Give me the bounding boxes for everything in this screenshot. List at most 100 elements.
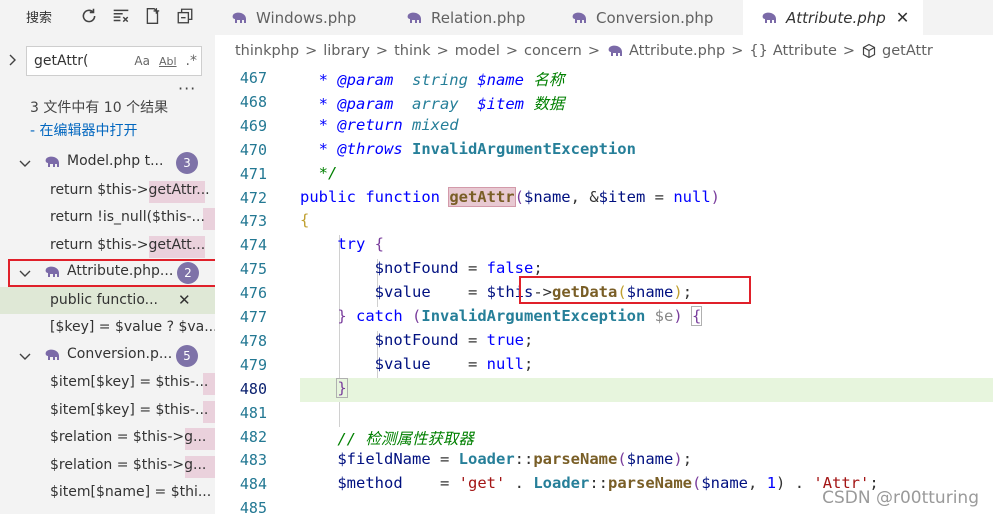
php-elephant-icon [608, 45, 623, 56]
chevron-right-icon: > [842, 43, 856, 59]
line-code: $method = 'get' . Loader::parseName($nam… [337, 474, 879, 493]
line-code: * @throws InvalidArgumentException [300, 139, 636, 158]
code-line: 468 * @param array $item 数据 [215, 91, 993, 115]
line-code: $value = null; [374, 354, 534, 373]
code-editor[interactable]: 467 * @param string $name 名称 468 * @para… [215, 67, 993, 514]
tab-conversion-php[interactable]: Conversion.php [570, 0, 713, 35]
collapse-all-icon[interactable] [174, 6, 196, 26]
line-number: 469 [239, 116, 267, 135]
chevron-right-icon: > [375, 43, 389, 59]
result-file-conversion[interactable]: Conversion.p... 5 [0, 342, 215, 370]
line-number: 479 [239, 355, 267, 374]
result-match-item-selected[interactable]: public functio... ✕ [0, 286, 215, 314]
breadcrumb-method[interactable]: getAttr [882, 43, 933, 59]
breadcrumb-item[interactable]: think [394, 43, 431, 59]
line-number: 481 [239, 403, 267, 422]
result-match-item[interactable]: [$key] = $value ? $va... [0, 314, 215, 342]
php-elephant-icon [232, 12, 246, 23]
result-match-item[interactable]: $relation = $this->g... [0, 452, 215, 480]
breadcrumb-item[interactable]: model [455, 43, 500, 59]
breadcrumb-file[interactable]: Attribute.php [629, 43, 725, 59]
match-text: $relation = $this->g... [50, 456, 207, 473]
match-text: public functio... [50, 291, 158, 308]
code-line: 482 // 检测属性获取器 [215, 426, 993, 450]
chevron-right-icon[interactable] [6, 53, 20, 67]
result-match-item[interactable]: $item[$name] = $thi... [0, 479, 215, 507]
search-toolbar [78, 6, 196, 26]
match-whole-word-toggle[interactable]: Abl [159, 55, 177, 68]
match-case-toggle[interactable]: Aa [134, 54, 150, 68]
more-options-icon[interactable]: ··· [178, 79, 196, 98]
match-text: $relation = $this->g... [50, 429, 207, 445]
code-line: 467 * @param string $name 名称 [215, 67, 993, 91]
code-line: 470 * @throws InvalidArgumentException [215, 139, 993, 163]
line-number: 483 [239, 451, 267, 470]
line-number: 471 [239, 164, 267, 183]
line-code: try { [337, 235, 384, 254]
result-file-attribute[interactable]: Attribute.php... 2 [8, 259, 215, 287]
php-elephant-icon [762, 12, 776, 23]
code-line: 474 try { [215, 234, 993, 258]
close-tab-icon[interactable]: ✕ [896, 8, 909, 27]
line-number: 475 [239, 260, 267, 279]
php-elephant-icon [572, 12, 586, 23]
result-match-item[interactable]: $relation = $this->g... [0, 424, 215, 452]
breadcrumb-item[interactable]: library [323, 43, 370, 59]
tab-label: Conversion.php [596, 8, 714, 27]
chevron-right-icon: > [505, 43, 519, 59]
chevron-down-icon[interactable] [18, 266, 32, 280]
breadcrumb: thinkphp > library > think > model > concern… [215, 35, 993, 67]
match-text: $item[$key] = $this-... [50, 374, 209, 390]
result-file-model[interactable]: Model.php t... 3 [0, 149, 215, 177]
code-line: 479 $value = null; [215, 354, 993, 378]
match-count-badge: 2 [177, 262, 199, 284]
tab-label: Windows.php [256, 8, 357, 27]
chevron-right-icon: > [436, 43, 449, 59]
chevron-right-icon: > [731, 43, 744, 59]
search-input[interactable]: getAttr( Aa Abl .* [26, 46, 202, 76]
chevron-down-icon[interactable] [18, 156, 32, 170]
line-number: 467 [239, 69, 267, 87]
code-line: 477 } catch (InvalidArgumentException $e… [215, 306, 993, 330]
clear-results-icon[interactable] [110, 6, 132, 26]
current-line-highlight [300, 377, 993, 402]
result-match-item[interactable]: $item[$key] = $this-... [0, 369, 215, 397]
search-input-value[interactable]: getAttr( [34, 53, 134, 69]
breadcrumb-item[interactable]: concern [524, 43, 582, 59]
line-code: $fieldName = Loader::parseName($name); [337, 450, 693, 469]
new-search-editor-icon[interactable] [142, 6, 164, 26]
line-number: 470 [239, 140, 267, 159]
result-match-item[interactable]: $item[$key] = $this-... [0, 397, 215, 425]
line-number: 478 [239, 331, 267, 350]
method-cube-icon [862, 43, 876, 59]
line-number: 477 [239, 308, 267, 326]
code-line: 483 $fieldName = Loader::parseName($name… [215, 449, 993, 473]
php-elephant-icon [45, 156, 59, 167]
open-in-editor-link[interactable]: - 在编辑器中打开 [30, 120, 138, 140]
match-text: return $this->getAttr... [50, 181, 210, 198]
use-regex-toggle[interactable]: .* [186, 53, 197, 69]
tab-attribute-php[interactable]: Attribute.php ✕ [743, 0, 923, 35]
code-line-current: 480 } [215, 377, 993, 402]
line-number: 468 [239, 92, 267, 111]
tab-label: Relation.php [431, 8, 526, 27]
breadcrumb-class[interactable]: Attribute [773, 43, 837, 59]
result-match-item[interactable]: return $this->getAttr... [0, 177, 215, 205]
tab-relation-php[interactable]: Relation.php [405, 0, 525, 35]
line-number: 473 [239, 212, 267, 231]
line-code: * @param string $name 名称 [300, 71, 565, 89]
tab-windows-php[interactable]: Windows.php [230, 0, 356, 35]
refresh-icon[interactable] [78, 6, 100, 26]
line-number: 482 [239, 427, 267, 446]
line-code: } catch (InvalidArgumentException $e) { [337, 306, 703, 326]
annotation-highlight-box [519, 276, 751, 304]
result-match-item[interactable]: return $this->getAtt... [0, 232, 215, 260]
breadcrumb-item[interactable]: thinkphp [235, 43, 299, 59]
code-line: 473 { [215, 210, 993, 234]
match-count-badge: 3 [176, 152, 198, 174]
result-match-item[interactable]: return !is_null($this-... [0, 204, 215, 232]
match-text: return $this->getAtt... [50, 236, 206, 253]
chevron-down-icon[interactable] [18, 349, 32, 363]
dismiss-match-icon[interactable]: ✕ [178, 291, 191, 309]
php-elephant-icon [45, 266, 59, 277]
